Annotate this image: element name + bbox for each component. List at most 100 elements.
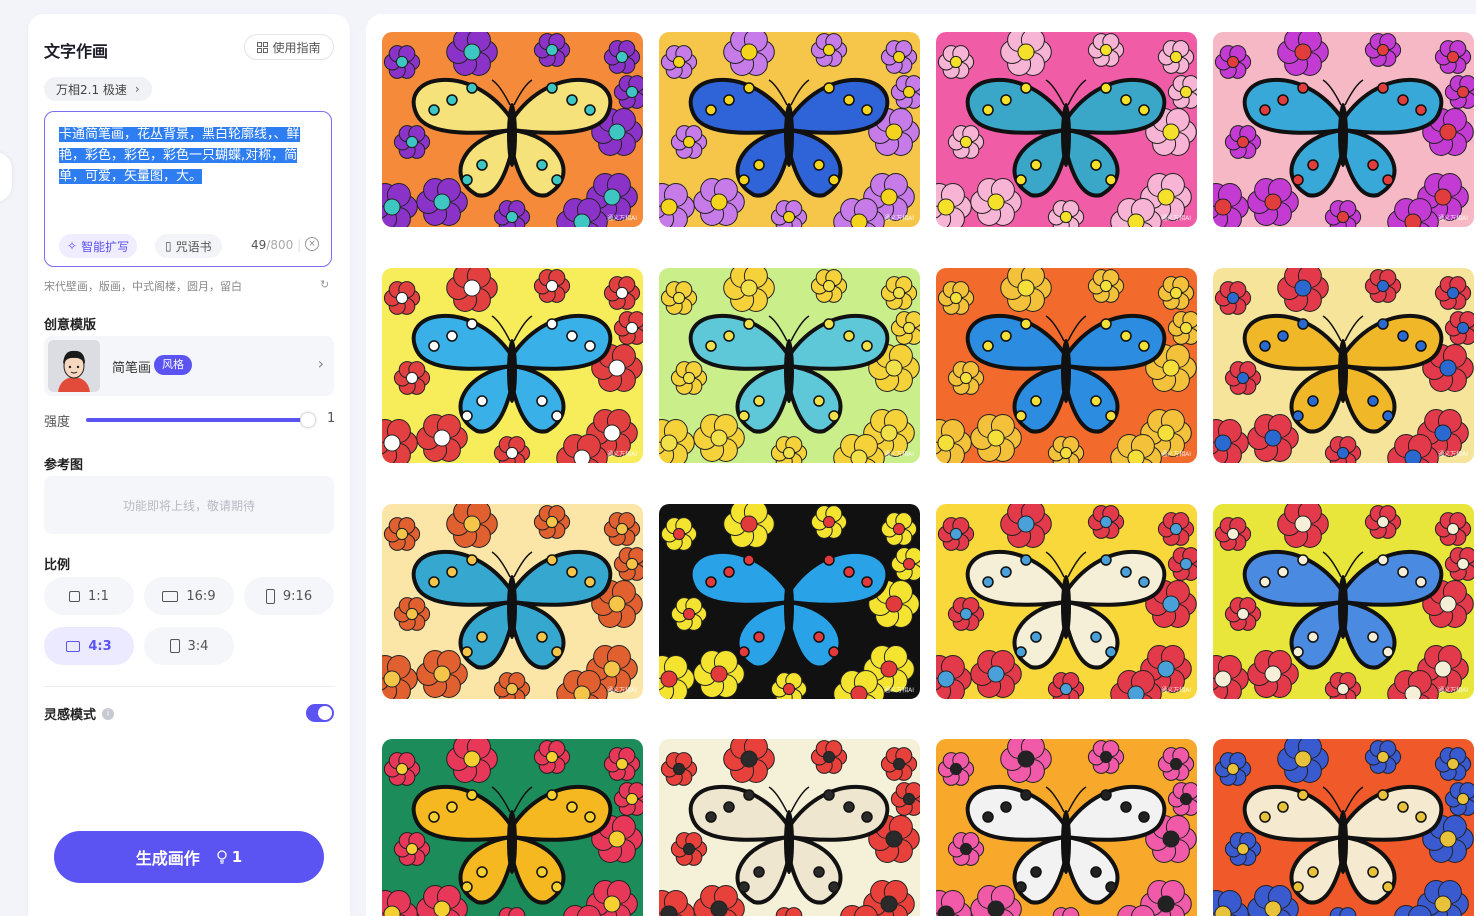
ratio-section-title: 比例 (44, 558, 71, 573)
watermark: 通义万相AI (607, 687, 637, 694)
butterfly-image (936, 268, 1197, 463)
butterfly-image (1213, 504, 1474, 699)
butterfly-image (659, 504, 920, 699)
ratio-option[interactable]: 4:3 (44, 627, 134, 665)
image-gallery: 通义万相AI 通义万相AI 通义万相AI 通义万相AI 通义万相AI 通义万相AI 通义万相… (366, 14, 1476, 916)
generated-image[interactable]: 通义万相AI (1213, 32, 1474, 227)
butterfly-image (382, 504, 643, 699)
butterfly-image (659, 32, 920, 227)
ratio-option[interactable]: 9:16 (244, 577, 334, 615)
watermark: 通义万相AI (607, 451, 637, 458)
spellbook-button[interactable]: ▯ 咒语书 (155, 234, 222, 258)
generated-image[interactable]: 通义万相AI (936, 32, 1197, 227)
butterfly-image (382, 739, 643, 916)
inspiration-mode-label: 灵感模式 i (44, 704, 115, 723)
butterfly-image (936, 32, 1197, 227)
smart-expand-button[interactable]: ✧ 智能扩写 (59, 234, 138, 258)
model-label: 万相2.1 极速 (56, 82, 127, 97)
butterfly-image (936, 504, 1197, 699)
prompt-input[interactable]: 卡通简笔画，花丛背景，黑白轮廓线，、鲜艳，彩色，彩色，彩色一只蝴蝶,对称，简单，… (44, 111, 332, 267)
ratio-option[interactable]: 3:4 (144, 627, 234, 665)
smart-expand-label: 智能扩写 (81, 239, 130, 254)
butterfly-image (1213, 32, 1474, 227)
butterfly-image (1213, 739, 1474, 916)
watermark: 通义万相AI (1161, 215, 1191, 222)
model-selector[interactable]: 万相2.1 极速 › (44, 77, 152, 101)
generated-image[interactable]: 通义万相AI (936, 739, 1197, 916)
refresh-icon[interactable]: ↻ (320, 278, 329, 291)
ratio-label: 3:4 (187, 638, 209, 654)
chevron-right-icon: › (317, 354, 324, 373)
spellbook-label: 咒语书 (175, 239, 212, 254)
strength-label: 强度 (44, 415, 71, 430)
template-card[interactable]: 简笔画 风格 › (44, 336, 334, 396)
generated-image[interactable]: 通义万相AI (659, 32, 920, 227)
watermark: 通义万相AI (1438, 215, 1468, 222)
creation-panel: 文字作画 使用指南 万相2.1 极速 › 卡通简笔画，花丛背景，黑白轮廓线，、鲜… (28, 14, 350, 916)
collapse-handle[interactable] (0, 152, 12, 202)
divider (44, 686, 334, 687)
template-style-badge: 风格 (154, 355, 192, 375)
watermark: 通义万相AI (607, 215, 637, 222)
template-name: 简笔画 (112, 361, 152, 376)
info-icon[interactable]: i (102, 707, 115, 720)
template-section-title: 创意模版 (44, 318, 97, 333)
generated-image[interactable]: 通义万相AI (936, 504, 1197, 699)
generate-label: 生成画作 (135, 849, 200, 868)
reference-image-area: 功能即将上线，敬请期待 (44, 476, 334, 534)
ratio-label: 1:1 (88, 588, 109, 604)
generated-image[interactable]: 通义万相AI (659, 739, 920, 916)
strength-slider[interactable] (86, 412, 317, 428)
generated-image[interactable]: 通义万相AI (382, 268, 643, 463)
reference-section-title: 参考图 (44, 458, 84, 473)
watermark: 通义万相AI (1161, 687, 1191, 694)
watermark: 通义万相AI (884, 451, 914, 458)
ratio-option[interactable]: 1:1 (44, 577, 134, 615)
watermark: 通义万相AI (1161, 451, 1191, 458)
book-icon: ▯ (165, 239, 172, 253)
lightbulb-icon (217, 850, 227, 864)
generated-image[interactable]: 通义万相AI (1213, 504, 1474, 699)
guide-button[interactable]: 使用指南 (244, 34, 334, 60)
generated-image[interactable]: 通义万相AI (1213, 268, 1474, 463)
prompt-text[interactable]: 卡通简笔画，花丛背景，黑白轮廓线，、鲜艳，彩色，彩色，彩色一只蝴蝶,对称，简单，… (59, 124, 319, 187)
char-counter: 49/800 | (251, 238, 302, 252)
ratio-shape-icon (69, 590, 81, 602)
magic-wand-icon: ✧ (67, 239, 78, 253)
template-thumbnail (48, 340, 100, 392)
butterfly-image (659, 739, 920, 916)
generate-cost: 1 (216, 848, 242, 866)
butterfly-image (659, 268, 920, 463)
butterfly-image (1213, 268, 1474, 463)
ratio-label: 4:3 (88, 638, 112, 654)
ratio-option[interactable]: 16:9 (144, 577, 234, 615)
strength-slider-thumb[interactable] (300, 412, 317, 428)
generated-image[interactable]: 通义万相AI (382, 739, 643, 916)
ratio-shape-icon (66, 640, 81, 652)
generated-image[interactable]: 通义万相AI (382, 504, 643, 699)
butterfly-image (936, 739, 1197, 916)
generated-image[interactable]: 通义万相AI (659, 504, 920, 699)
ratio-shape-icon (265, 588, 275, 604)
guide-label: 使用指南 (272, 40, 321, 55)
generated-image[interactable]: 通义万相AI (936, 268, 1197, 463)
clear-icon[interactable]: × (305, 237, 319, 251)
generated-image[interactable]: 通义万相AI (1213, 739, 1474, 916)
butterfly-image (382, 268, 643, 463)
ratio-shape-icon (162, 590, 179, 602)
ratio-label: 16:9 (186, 588, 216, 604)
watermark: 通义万相AI (884, 687, 914, 694)
generate-button[interactable]: 生成画作 1 (54, 831, 324, 883)
grid-icon (257, 41, 269, 53)
ratio-label: 9:16 (282, 588, 313, 604)
chevron-right-icon: › (134, 82, 140, 96)
strength-value: 1 (327, 411, 336, 426)
inspiration-toggle[interactable] (306, 704, 334, 722)
generated-image[interactable]: 通义万相AI (659, 268, 920, 463)
butterfly-image (382, 32, 643, 227)
prompt-suggestions[interactable]: 宋代壁画，版画，中式阁楼，圆月，留白 (44, 278, 242, 294)
watermark: 通义万相AI (1438, 451, 1468, 458)
panel-title: 文字作画 (44, 42, 109, 61)
ratio-shape-icon (169, 639, 180, 653)
generated-image[interactable]: 通义万相AI (382, 32, 643, 227)
